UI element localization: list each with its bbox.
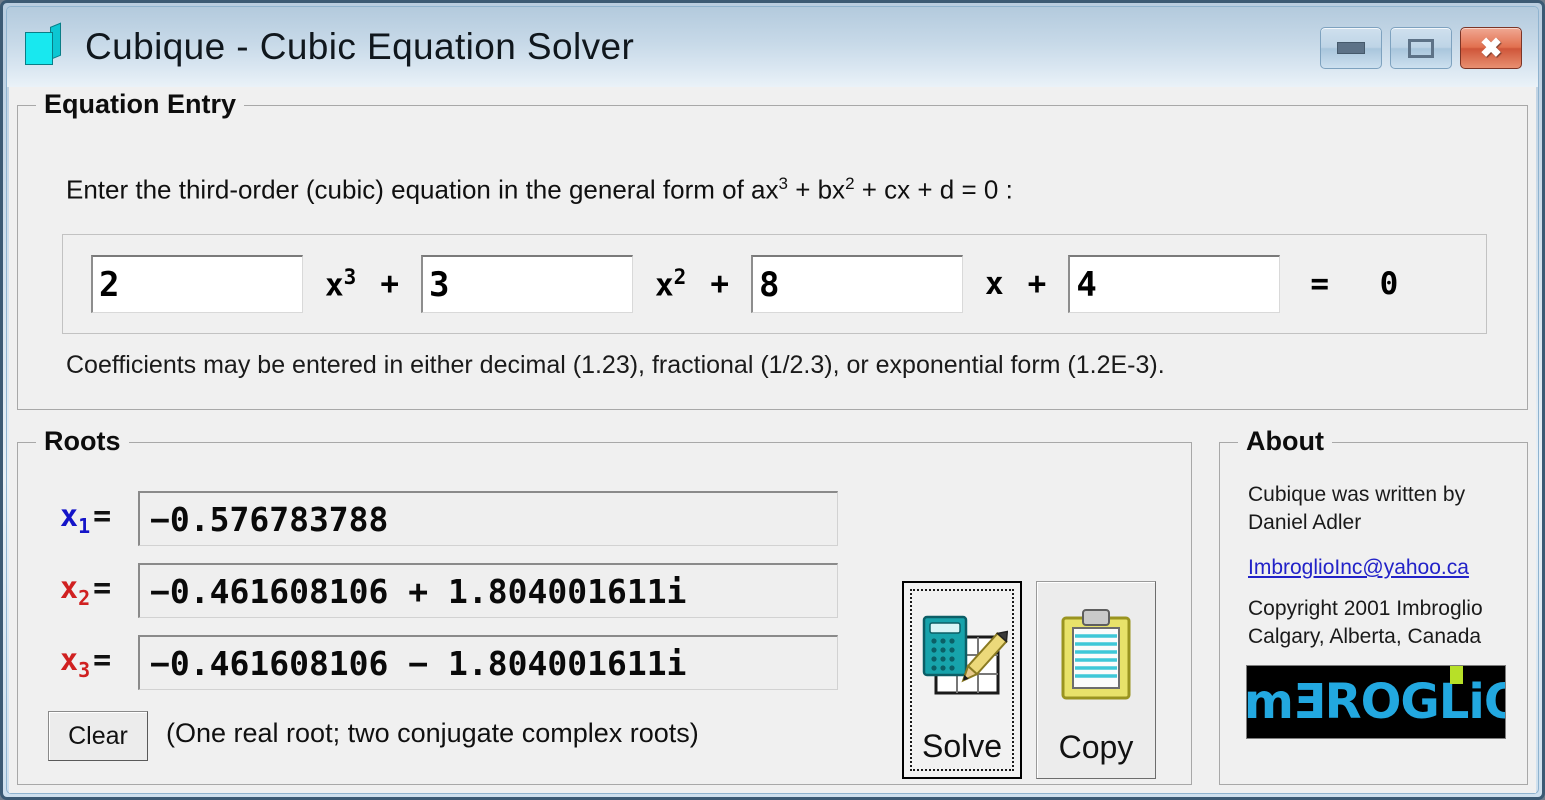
instruction-part-3: + cx + d = 0 : <box>854 174 1013 205</box>
operator-plus-1: + <box>380 266 399 302</box>
imbroglio-logo-accent <box>1450 666 1463 684</box>
about-group-title: About <box>1238 426 1332 457</box>
root-1-label: x1 = <box>60 499 112 538</box>
maximize-icon <box>1408 38 1434 58</box>
about-email-link[interactable]: ImbroglioInc@yahoo.ca <box>1248 556 1469 580</box>
about-copyright-line-1: Copyright 2001 Imbroglio <box>1248 597 1483 620</box>
maximize-button[interactable] <box>1390 27 1452 69</box>
close-icon: ✖ <box>1479 32 1503 63</box>
term-label-x2: x2 <box>655 264 687 304</box>
term-label-x3: x3 <box>325 264 357 304</box>
title-bar: Cubique - Cubic Equation Solver ✖ <box>7 7 1538 87</box>
equation-entry-group-title: Equation Entry <box>36 89 245 120</box>
about-author-line-2: Daniel Adler <box>1248 511 1362 535</box>
calculator-spreadsheet-pencil-icon <box>916 607 1009 716</box>
about-author-text: Cubique was written by Daniel Adler <box>1248 481 1465 537</box>
imbroglio-logo-text: imƎROGLiO <box>1246 674 1505 730</box>
coefficient-c-input[interactable] <box>751 255 963 313</box>
coefficient-a-input[interactable] <box>91 255 303 313</box>
roots-status-text: (One real root; two conjugate complex ro… <box>166 718 699 748</box>
instruction-sup-2: 2 <box>845 174 855 193</box>
root-row: x2 = −0.461608106 + 1.804001611i <box>60 563 838 618</box>
client-area: Equation Entry Enter the third-order (cu… <box>9 87 1536 793</box>
about-copyright-text: Copyright 2001 Imbroglio Calgary, Albert… <box>1248 595 1483 651</box>
cube-icon <box>23 22 63 67</box>
operator-plus-3: + <box>1027 266 1047 302</box>
cube-icon-front <box>25 32 53 65</box>
root-2-label: x2 = <box>60 571 112 610</box>
clear-button[interactable]: Clear <box>48 711 148 761</box>
solve-button[interactable]: Solve <box>902 581 1022 779</box>
close-button[interactable]: ✖ <box>1460 27 1522 69</box>
copy-button-label: Copy <box>1058 729 1134 765</box>
instruction-part-1: Enter the third-order (cubic) equation i… <box>66 174 779 205</box>
coefficient-panel: x3 + x2 + x + = 0 <box>62 234 1487 334</box>
instruction-sup-3: 3 <box>778 174 788 193</box>
window-controls: ✖ <box>1320 27 1522 69</box>
operator-plus-2: + <box>710 266 729 302</box>
equation-equals-zero: = 0 <box>1310 266 1415 302</box>
coefficient-d-input[interactable] <box>1068 255 1281 313</box>
term-label-x: x <box>985 266 1004 302</box>
instruction-part-2: + bx <box>787 174 846 205</box>
about-copyright-line-2: Calgary, Alberta, Canada <box>1248 625 1482 649</box>
root-3-value: −0.461608106 − 1.804001611i <box>138 635 838 690</box>
clipboard-icon <box>1055 606 1137 715</box>
equation-instruction: Enter the third-order (cubic) equation i… <box>66 174 1013 206</box>
solve-button-label: Solve <box>921 728 1003 764</box>
window-title: Cubique - Cubic Equation Solver <box>85 26 635 67</box>
roots-group: Roots x1 = −0.576783788 x2 = −0.461608106 … <box>17 426 1192 785</box>
root-2-value: −0.461608106 + 1.804001611i <box>138 563 838 618</box>
equation-entry-group: Equation Entry Enter the third-order (cu… <box>17 89 1528 410</box>
root-row: x1 = −0.576783788 <box>60 491 838 546</box>
roots-group-title: Roots <box>36 426 129 457</box>
root-3-label: x3 = <box>60 643 112 682</box>
coefficient-format-hint: Coefficients may be entered in either de… <box>66 351 1165 379</box>
copy-button[interactable]: Copy <box>1036 581 1156 779</box>
about-author-line-1: Cubique was written by <box>1248 483 1466 506</box>
application-window: Cubique - Cubic Equation Solver ✖ Equati… <box>0 0 1545 800</box>
root-row: x3 = −0.461608106 − 1.804001611i <box>60 635 838 690</box>
coefficient-b-input[interactable] <box>421 255 633 313</box>
minimize-button[interactable] <box>1320 27 1382 69</box>
root-1-value: −0.576783788 <box>138 491 838 546</box>
minimize-icon <box>1337 42 1365 54</box>
imbroglio-logo: imƎROGLiO <box>1246 665 1506 739</box>
about-group: About Cubique was written by Daniel Adle… <box>1219 426 1528 785</box>
